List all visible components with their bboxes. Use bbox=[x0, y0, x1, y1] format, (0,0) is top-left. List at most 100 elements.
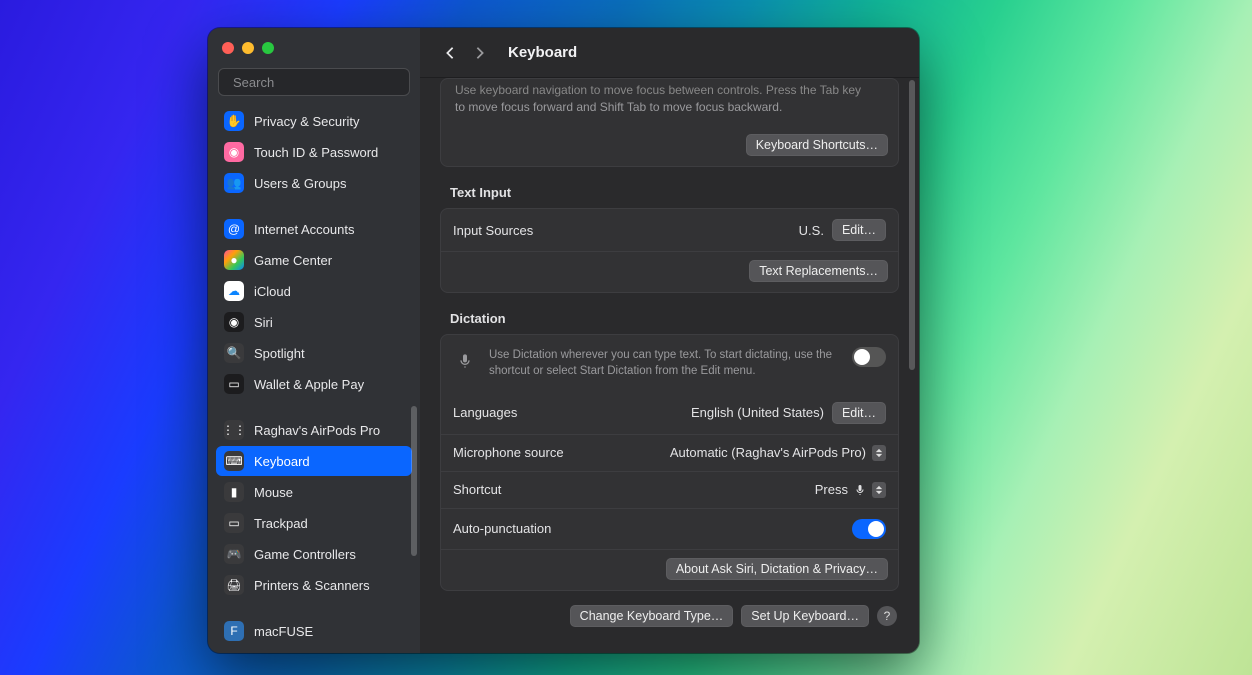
sidebar-item-label: Wallet & Apple Pay bbox=[254, 377, 364, 392]
sidebar-item-label: Mouse bbox=[254, 485, 293, 500]
sidebar-item-label: macFUSE bbox=[254, 624, 313, 639]
navigation-hint-line1: Use keyboard navigation to move focus be… bbox=[441, 79, 898, 99]
sidebar-item-label: Users & Groups bbox=[254, 176, 346, 191]
sidebar-item-label: iCloud bbox=[254, 284, 291, 299]
window-controls bbox=[208, 28, 420, 62]
content-pane: Keyboard Use keyboard navigation to move… bbox=[420, 28, 919, 653]
input-sources-value: U.S. bbox=[799, 223, 824, 238]
page-title: Keyboard bbox=[508, 44, 577, 61]
keyboard-icon: ⌨ bbox=[224, 451, 244, 471]
desktop-background: ✋ Privacy & Security ◉ Touch ID & Password 👥… bbox=[0, 0, 1252, 675]
back-button[interactable] bbox=[438, 41, 462, 65]
at-icon: @ bbox=[224, 219, 244, 239]
dictation-heading: Dictation bbox=[450, 311, 895, 326]
sidebar-item-privacy-security[interactable]: ✋ Privacy & Security bbox=[216, 106, 412, 136]
microphone-source-label: Microphone source bbox=[453, 445, 564, 460]
sidebar-scrollbar[interactable] bbox=[411, 406, 417, 556]
users-icon: 👥 bbox=[224, 173, 244, 193]
search-field[interactable] bbox=[218, 68, 410, 96]
keyboard-navigation-panel: Use keyboard navigation to move focus be… bbox=[440, 78, 899, 167]
shortcut-select[interactable]: Press bbox=[815, 482, 886, 498]
sidebar-item-raghav-s-airpods-pro[interactable]: ⋮⋮ Raghav's AirPods Pro bbox=[216, 415, 412, 445]
sidebar-item-touch-id-password[interactable]: ◉ Touch ID & Password bbox=[216, 137, 412, 167]
minimize-icon[interactable] bbox=[242, 42, 254, 54]
dictation-toggle[interactable] bbox=[852, 347, 886, 367]
auto-punctuation-label: Auto-punctuation bbox=[453, 521, 551, 536]
sidebar-item-icloud[interactable]: ☁ iCloud bbox=[216, 276, 412, 306]
sidebar-item-label: Trackpad bbox=[254, 516, 308, 531]
about-privacy-button[interactable]: About Ask Siri, Dictation & Privacy… bbox=[666, 558, 888, 580]
zoom-icon[interactable] bbox=[262, 42, 274, 54]
sidebar-item-users-groups[interactable]: 👥 Users & Groups bbox=[216, 168, 412, 198]
text-input-heading: Text Input bbox=[450, 185, 895, 200]
search-input[interactable] bbox=[233, 75, 409, 90]
dictation-info-text: Use Dictation wherever you can type text… bbox=[489, 347, 840, 379]
sidebar-item-label: Internet Accounts bbox=[254, 222, 354, 237]
updown-icon bbox=[872, 445, 886, 461]
input-sources-label: Input Sources bbox=[453, 223, 533, 238]
search-icon: 🔍 bbox=[224, 343, 244, 363]
trackpad-icon: ▭ bbox=[224, 513, 244, 533]
sidebar-item-keyboard[interactable]: ⌨ Keyboard bbox=[216, 446, 412, 476]
input-sources-row: Input Sources U.S. Edit… bbox=[441, 209, 898, 251]
footer-actions: Change Keyboard Type… Set Up Keyboard… ? bbox=[440, 605, 899, 627]
setup-keyboard-button[interactable]: Set Up Keyboard… bbox=[741, 605, 869, 627]
shortcut-row: Shortcut Press bbox=[441, 471, 898, 508]
updown-icon bbox=[872, 482, 886, 498]
sidebar-item-label: Touch ID & Password bbox=[254, 145, 378, 160]
sidebar-item-label: Siri bbox=[254, 315, 273, 330]
languages-value: English (United States) bbox=[691, 405, 824, 420]
sidebar-item-wallet-apple-pay[interactable]: ▭ Wallet & Apple Pay bbox=[216, 369, 412, 399]
airpods-icon: ⋮⋮ bbox=[224, 420, 244, 440]
sidebar-item-macfuse[interactable]: FmacFUSE bbox=[216, 616, 412, 646]
microphone-icon bbox=[453, 349, 477, 373]
sidebar-item-label: Raghav's AirPods Pro bbox=[254, 423, 380, 438]
sidebar-item-printers-scanners[interactable]: 🖨Printers & Scanners bbox=[216, 570, 412, 600]
sidebar-item-label: Game Center bbox=[254, 253, 332, 268]
sidebar-item-label: Game Controllers bbox=[254, 547, 356, 562]
change-keyboard-type-button[interactable]: Change Keyboard Type… bbox=[570, 605, 734, 627]
keyboard-shortcuts-button[interactable]: Keyboard Shortcuts… bbox=[746, 134, 888, 156]
titlebar: Keyboard bbox=[420, 28, 919, 78]
content-scrollbar[interactable] bbox=[909, 80, 915, 370]
auto-punctuation-toggle[interactable] bbox=[852, 519, 886, 539]
settings-sidebar: ✋ Privacy & Security ◉ Touch ID & Password 👥… bbox=[208, 28, 420, 653]
hand-icon: ✋ bbox=[224, 111, 244, 131]
gamecenter-icon: ● bbox=[224, 250, 244, 270]
shortcut-label: Shortcut bbox=[453, 482, 501, 497]
chevron-right-icon bbox=[474, 46, 486, 60]
fuse-icon: F bbox=[224, 621, 244, 641]
sidebar-item-label: Keyboard bbox=[254, 454, 310, 469]
microphone-icon bbox=[854, 484, 866, 496]
auto-punctuation-row: Auto-punctuation bbox=[441, 508, 898, 549]
text-replacements-button[interactable]: Text Replacements… bbox=[749, 260, 888, 282]
sidebar-item-trackpad[interactable]: ▭ Trackpad bbox=[216, 508, 412, 538]
navigation-hint-line2: to move focus forward and Shift Tab to m… bbox=[441, 99, 898, 126]
input-sources-edit-button[interactable]: Edit… bbox=[832, 219, 886, 241]
forward-button[interactable] bbox=[468, 41, 492, 65]
sidebar-item-game-controllers[interactable]: 🎮Game Controllers bbox=[216, 539, 412, 569]
help-button[interactable]: ? bbox=[877, 606, 897, 626]
sidebar-item-mouse[interactable]: ▮ Mouse bbox=[216, 477, 412, 507]
sidebar-item-label: Privacy & Security bbox=[254, 114, 359, 129]
sidebar-item-internet-accounts[interactable]: @ Internet Accounts bbox=[216, 214, 412, 244]
sidebar-item-label: Printers & Scanners bbox=[254, 578, 370, 593]
dictation-panel: Use Dictation wherever you can type text… bbox=[440, 334, 899, 590]
cloud-icon: ☁ bbox=[224, 281, 244, 301]
languages-edit-button[interactable]: Edit… bbox=[832, 402, 886, 424]
microphone-source-select[interactable]: Automatic (Raghav's AirPods Pro) bbox=[670, 445, 886, 461]
chevron-left-icon bbox=[444, 46, 456, 60]
text-input-panel: Input Sources U.S. Edit… Text Replacemen… bbox=[440, 208, 899, 293]
siri-icon: ◉ bbox=[224, 312, 244, 332]
close-icon[interactable] bbox=[222, 42, 234, 54]
sidebar-item-game-center[interactable]: ● Game Center bbox=[216, 245, 412, 275]
wallet-icon: ▭ bbox=[224, 374, 244, 394]
system-settings-window: ✋ Privacy & Security ◉ Touch ID & Password 👥… bbox=[208, 28, 919, 653]
mouse-icon: ▮ bbox=[224, 482, 244, 502]
languages-label: Languages bbox=[453, 405, 517, 420]
languages-row: Languages English (United States) Edit… bbox=[441, 392, 898, 434]
microphone-source-row: Microphone source Automatic (Raghav's Ai… bbox=[441, 434, 898, 471]
sidebar-item-siri[interactable]: ◉ Siri bbox=[216, 307, 412, 337]
fingerprint-icon: ◉ bbox=[224, 142, 244, 162]
sidebar-item-spotlight[interactable]: 🔍Spotlight bbox=[216, 338, 412, 368]
